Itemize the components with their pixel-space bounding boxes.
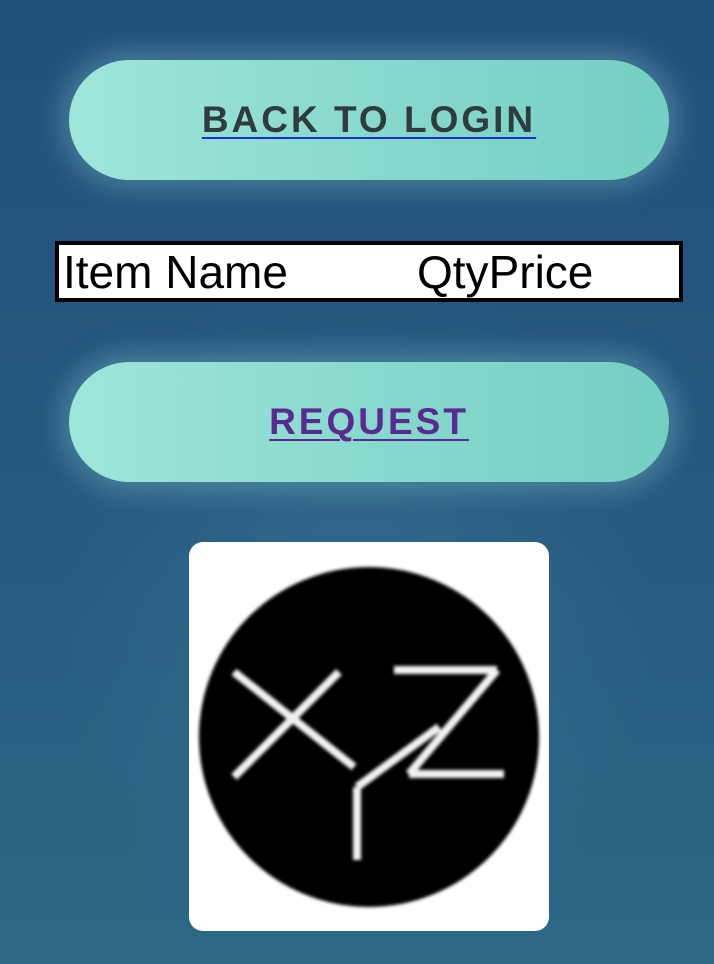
column-header-qty: Qty (417, 245, 489, 298)
back-to-login-link[interactable]: BACK TO LOGIN (202, 99, 536, 141)
back-to-login-button[interactable]: BACK TO LOGIN (69, 60, 669, 180)
xyz-logo-icon (199, 567, 539, 907)
item-table-header: Item Name Qty Price (55, 241, 683, 302)
request-button[interactable]: REQUEST (69, 362, 669, 482)
request-link[interactable]: REQUEST (269, 401, 469, 443)
column-header-price: Price (488, 245, 594, 298)
logo-card (189, 542, 549, 931)
column-header-item-name: Item Name (63, 245, 288, 298)
